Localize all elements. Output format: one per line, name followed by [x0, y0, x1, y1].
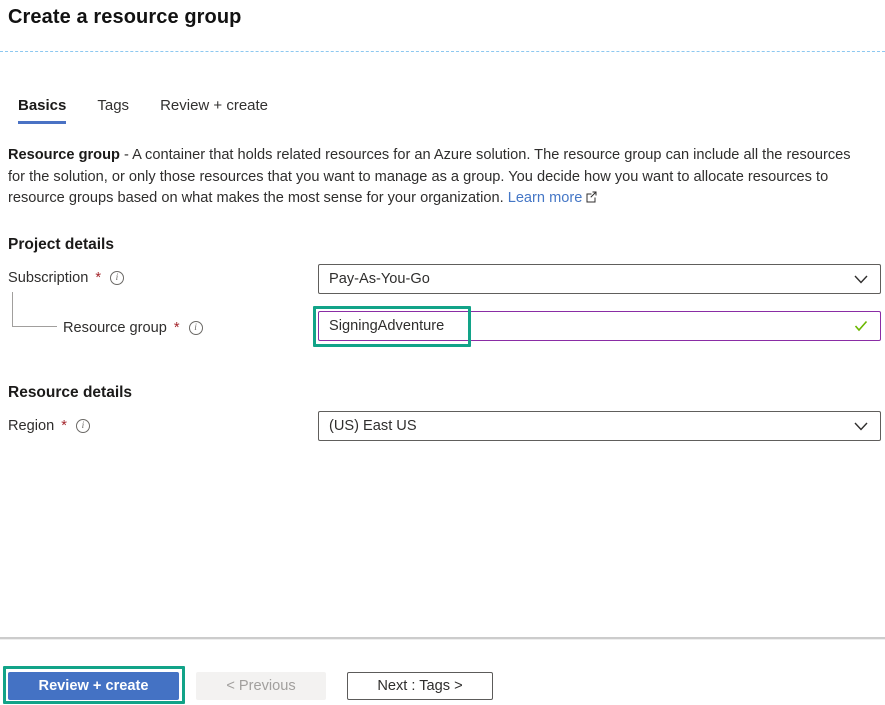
region-label: Region*i	[8, 418, 90, 434]
footer-divider	[0, 637, 885, 639]
create-resource-group-page: Create a resource group Basics Tags Revi…	[0, 0, 885, 705]
header-dashed-divider	[0, 51, 885, 52]
description-lead: Resource group	[8, 147, 120, 163]
subscription-value: Pay-As-You-Go	[329, 271, 854, 287]
region-dropdown[interactable]: (US) East US	[318, 411, 881, 441]
region-value: (US) East US	[329, 418, 854, 434]
page-title: Create a resource group	[8, 6, 242, 29]
external-link-icon	[585, 189, 598, 211]
tab-tags[interactable]: Tags	[97, 97, 129, 124]
info-icon[interactable]: i	[189, 321, 203, 335]
project-details-heading: Project details	[8, 236, 114, 254]
resource-group-label: Resource group*i	[63, 320, 203, 336]
required-asterisk: *	[61, 418, 67, 434]
tab-basics[interactable]: Basics	[18, 97, 66, 124]
tab-review-create[interactable]: Review + create	[160, 97, 268, 124]
resource-details-heading: Resource details	[8, 384, 132, 402]
required-asterisk: *	[95, 270, 101, 286]
required-asterisk: *	[174, 320, 180, 336]
info-icon[interactable]: i	[76, 419, 90, 433]
review-create-button[interactable]: Review + create	[8, 672, 179, 700]
learn-more-link[interactable]: Learn more	[508, 190, 583, 206]
chevron-down-icon	[854, 422, 868, 431]
resource-group-value: SigningAdventure	[329, 318, 854, 334]
checkmark-icon	[854, 320, 868, 332]
subscription-dropdown[interactable]: Pay-As-You-Go	[318, 264, 881, 294]
subscription-resource-group-connector	[12, 292, 57, 327]
previous-button[interactable]: < Previous	[196, 672, 326, 700]
chevron-down-icon	[854, 275, 868, 284]
resource-group-input[interactable]: SigningAdventure	[318, 311, 881, 341]
info-icon[interactable]: i	[110, 271, 124, 285]
subscription-label: Subscription*i	[8, 270, 124, 286]
description-body: - A container that holds related resourc…	[8, 147, 851, 206]
resource-group-description: Resource group - A container that holds …	[8, 145, 864, 211]
next-tags-button[interactable]: Next : Tags >	[347, 672, 493, 700]
wizard-tabbar: Basics Tags Review + create	[18, 97, 268, 124]
